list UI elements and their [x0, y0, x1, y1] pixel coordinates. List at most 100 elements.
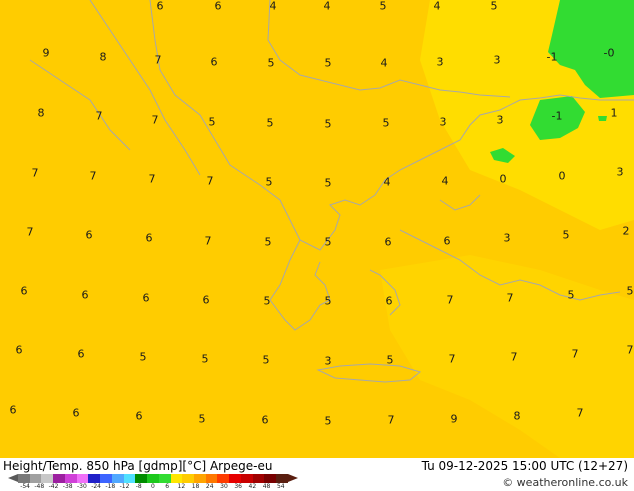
temperature-label: 6 [20, 284, 28, 298]
temperature-label: 5 [382, 116, 390, 130]
temperature-label: 6 [384, 235, 392, 249]
colorbar-segment [111, 474, 124, 483]
colorbar-segment [276, 474, 288, 483]
temperature-label: 7 [206, 174, 214, 188]
colorbar-segment [229, 474, 241, 483]
colorbar-segment [147, 474, 159, 483]
temperature-label: 5 [265, 175, 273, 189]
temperature-label: 6 [135, 409, 143, 423]
temperature-label: 3 [616, 165, 624, 179]
temperature-label: 6 [15, 343, 23, 357]
colorbar-segment [135, 474, 148, 483]
temperature-label: 7 [151, 113, 159, 127]
colorbar-segment [252, 474, 265, 483]
cold-zone-dot [598, 116, 607, 121]
temperature-label: 7 [446, 293, 454, 307]
temperature-label: 2 [622, 224, 630, 238]
temperature-label: 7 [387, 413, 395, 427]
temperature-label: 3 [493, 53, 501, 67]
temperature-label: 5 [324, 176, 332, 190]
temperature-label: 8 [99, 50, 107, 64]
temperature-label: 7 [95, 109, 103, 123]
temperature-label: 5 [263, 294, 271, 308]
temperature-label: 6 [77, 347, 85, 361]
temperature-label: 6 [72, 406, 80, 420]
temperature-label: 7 [576, 406, 584, 420]
temperature-label: 6 [81, 288, 89, 302]
temperature-label: 6 [261, 413, 269, 427]
temperature-label: 5 [490, 0, 498, 13]
colorbar-min-arrow [8, 474, 18, 482]
map-title: Height/Temp. 850 hPa [gdmp][°C] Arpege-e… [3, 459, 273, 473]
temperature-label: 4 [380, 56, 388, 70]
colorbar [18, 474, 288, 483]
temperature-label: 5 [379, 0, 387, 13]
temperature-label: 7 [204, 234, 212, 248]
temperature-label: 5 [198, 412, 206, 426]
temperature-label: 5 [626, 284, 634, 298]
colorbar-segment [64, 474, 77, 483]
temperature-label: -1 [551, 109, 563, 123]
colorbar-segment [41, 474, 54, 483]
temperature-label: 6 [156, 0, 164, 13]
forecast-datetime: Tu 09-12-2025 15:00 UTC (12+27) [421, 459, 628, 473]
temperature-label: 6 [385, 294, 393, 308]
colorbar-segment [18, 474, 30, 483]
temperature-label: 5 [264, 235, 272, 249]
colorbar-segment [53, 474, 65, 483]
colorbar-segment [123, 474, 136, 483]
temperature-label: 0 [558, 169, 566, 183]
temperature-label: 5 [266, 116, 274, 130]
temperature-label: 3 [496, 113, 504, 127]
temperature-label: 9 [450, 412, 458, 426]
footer-bar: Height/Temp. 850 hPa [gdmp][°C] Arpege-e… [0, 458, 634, 490]
temperature-label: 0 [499, 172, 507, 186]
colorbar-segment [205, 474, 218, 483]
temperature-label: 7 [26, 225, 34, 239]
colorbar-segment [182, 474, 195, 483]
temperature-map [0, 0, 634, 458]
temperature-label: 5 [567, 288, 575, 302]
temperature-label: 5 [324, 56, 332, 70]
colorbar-segment [29, 474, 42, 483]
colorbar-segment [217, 474, 230, 483]
temperature-label: 3 [436, 55, 444, 69]
temperature-label: 5 [386, 353, 394, 367]
temperature-label: 8 [37, 106, 45, 120]
temperature-label: 5 [324, 414, 332, 428]
temperature-label: 3 [503, 231, 511, 245]
temperature-label: 5 [562, 228, 570, 242]
temperature-label: 7 [510, 350, 518, 364]
colorbar-segment [88, 474, 101, 483]
temperature-label: 7 [31, 166, 39, 180]
temperature-label: -1 [546, 50, 558, 64]
temperature-label: 5 [262, 353, 270, 367]
temperature-label: 7 [506, 291, 514, 305]
temperature-label: 5 [201, 352, 209, 366]
temperature-label: 6 [9, 403, 17, 417]
temperature-label: 8 [513, 409, 521, 423]
temperature-label: 5 [208, 115, 216, 129]
temperature-label: 7 [148, 172, 156, 186]
temperature-label: 6 [142, 291, 150, 305]
temperature-label: 6 [145, 231, 153, 245]
temperature-label: 6 [443, 234, 451, 248]
temperature-label: 7 [154, 53, 162, 67]
temperature-label: 1 [610, 106, 618, 120]
temperature-label: 7 [89, 169, 97, 183]
temperature-label: 4 [433, 0, 441, 13]
colorbar-segment [158, 474, 171, 483]
temperature-label: 7 [626, 343, 634, 357]
temperature-label: 6 [202, 293, 210, 307]
temperature-label: 5 [324, 235, 332, 249]
temperature-label: 4 [383, 175, 391, 189]
temperature-label: 3 [324, 354, 332, 368]
colorbar-segment [264, 474, 277, 483]
temperature-label: 5 [139, 350, 147, 364]
colorbar-segment [170, 474, 183, 483]
temperature-label: 6 [210, 55, 218, 69]
colorbar-segment [240, 474, 253, 483]
credit-link[interactable]: © weatheronline.co.uk [502, 476, 628, 489]
colorbar-segment [100, 474, 112, 483]
temperature-label: 7 [571, 347, 579, 361]
